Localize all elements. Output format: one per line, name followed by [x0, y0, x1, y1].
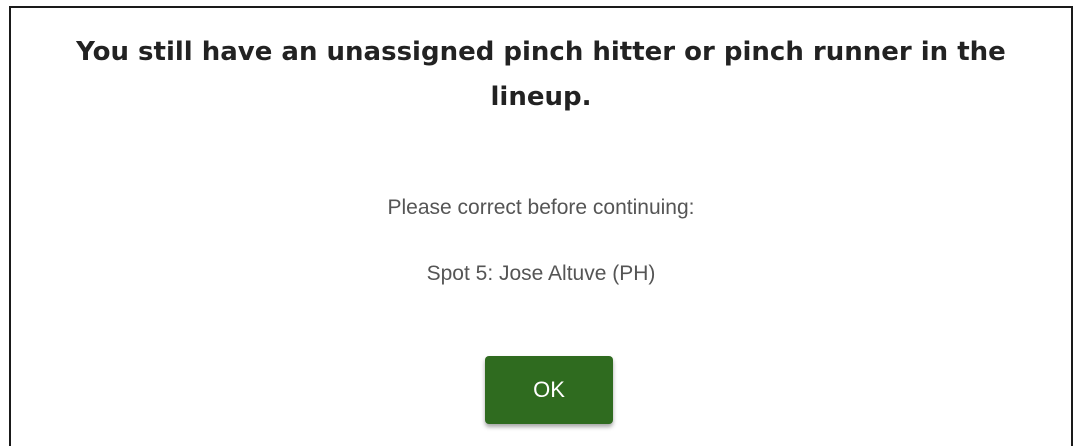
ok-button[interactable]: OK	[485, 356, 613, 424]
dialog-title: You still have an unassigned pinch hitte…	[76, 37, 1006, 112]
lineup-issue-detail: Spot 5: Jose Altuve (PH)	[426, 262, 656, 285]
alert-dialog: You still have an unassigned pinch hitte…	[9, 6, 1073, 446]
dialog-instruction: Please correct before continuing:	[387, 196, 695, 219]
ok-button-label: OK	[533, 377, 565, 402]
